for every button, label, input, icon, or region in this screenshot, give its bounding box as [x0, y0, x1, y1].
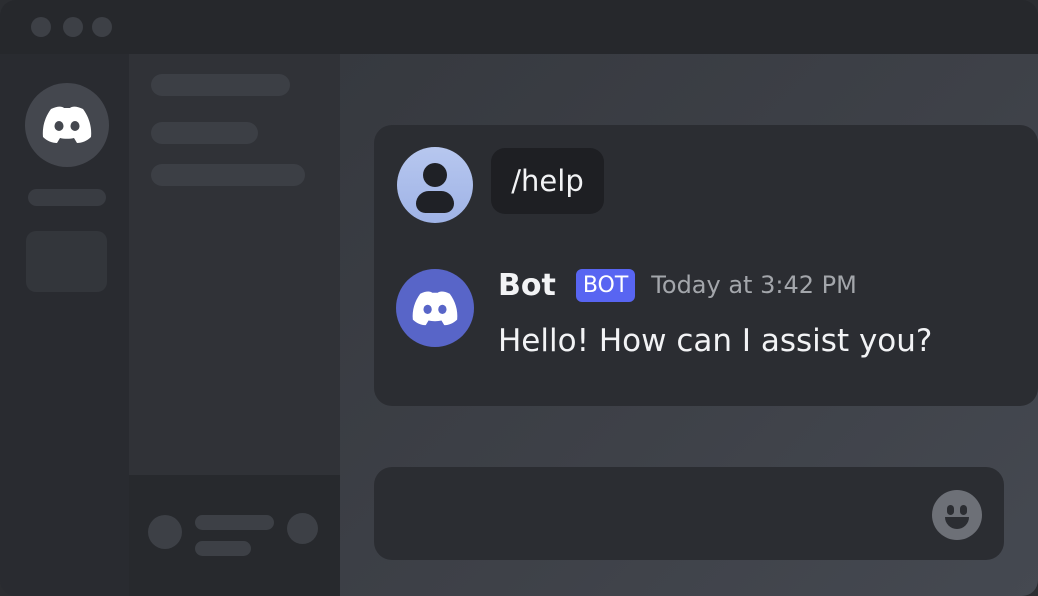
emoji-left-eye: [947, 505, 954, 515]
message-timestamp: Today at 3:42 PM: [651, 271, 857, 299]
user-panel-avatar[interactable]: [148, 515, 182, 549]
channel-list: [129, 54, 340, 475]
user-panel-status-placeholder: [195, 541, 251, 556]
message-list: /help Bot BOT Today at 3:42 PM Hello! Ho…: [374, 125, 1038, 406]
message-content: Hello! How can I assist you?: [498, 323, 933, 359]
bot-avatar[interactable]: [396, 269, 474, 347]
message-header: Bot BOT Today at 3:42 PM: [498, 265, 857, 305]
user-body-shape: [416, 191, 454, 213]
title-bar: [0, 0, 1038, 54]
server-icon-placeholder[interactable]: [26, 231, 107, 292]
discord-logo-icon: [42, 106, 92, 143]
smiley-face-icon[interactable]: [932, 490, 982, 540]
user-panel-name-placeholder: [195, 515, 274, 530]
user-panel: [129, 475, 340, 596]
window-close-button[interactable]: [31, 17, 51, 37]
command-message: /help: [491, 148, 604, 214]
channel-item[interactable]: [151, 164, 305, 186]
user-avatar-icon[interactable]: [397, 147, 473, 223]
chat-area: /help Bot BOT Today at 3:42 PM Hello! Ho…: [340, 54, 1038, 596]
discord-logo-icon: [412, 291, 458, 325]
window-minimize-button[interactable]: [63, 17, 83, 37]
channel-item[interactable]: [151, 122, 258, 144]
emoji-right-eye: [960, 505, 967, 515]
channel-item[interactable]: [151, 74, 290, 96]
emoji-mouth: [945, 517, 969, 529]
user-head-shape: [423, 163, 447, 187]
bot-badge: BOT: [575, 268, 636, 302]
server-icon-home[interactable]: [25, 83, 109, 167]
server-name-placeholder: [28, 189, 106, 206]
user-panel-settings-button[interactable]: [287, 513, 318, 544]
message-input[interactable]: [374, 467, 1004, 560]
window-maximize-button[interactable]: [92, 17, 112, 37]
app-window: /help Bot BOT Today at 3:42 PM Hello! Ho…: [0, 0, 1038, 596]
author-name[interactable]: Bot: [498, 268, 556, 303]
server-rail: [0, 54, 129, 596]
